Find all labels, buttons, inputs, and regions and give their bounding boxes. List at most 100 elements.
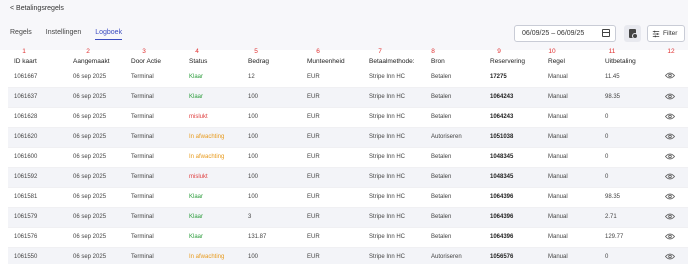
- table-row[interactable]: 1061667 06 sep 2025 Terminal Klaar 12 EUR Stri…: [8, 67, 688, 88]
- table-row[interactable]: 1061637 06 sep 2025 Terminal Klaar 100 EUR Str…: [8, 87, 688, 108]
- cell-status: mislukt: [183, 107, 242, 128]
- cell-status: Klaar: [183, 227, 242, 248]
- column-marker: 7: [378, 48, 382, 55]
- cell-actor: Terminal: [125, 107, 183, 128]
- tab-regels[interactable]: Regels: [10, 29, 32, 40]
- view-eye-icon[interactable]: [664, 233, 676, 240]
- export-document-icon: [629, 29, 638, 39]
- filter-sliders-icon: [652, 30, 660, 37]
- cell-actions: [659, 67, 688, 88]
- cell-rule: Manual: [542, 187, 599, 208]
- top-bar: < Betalingsregels Regels Instellingen Lo…: [0, 0, 688, 50]
- cell-rule: Manual: [542, 127, 599, 148]
- cell-created: 06 sep 2025: [67, 167, 125, 188]
- cell-source: Betalen: [425, 107, 484, 128]
- cell-method: Stripe Inn HC: [363, 207, 425, 228]
- cell-method: Stripe Inn HC: [363, 167, 425, 188]
- cell-actor: Terminal: [125, 87, 183, 108]
- col-header-status[interactable]: Status: [183, 55, 242, 67]
- col-header-payout[interactable]: Uitbetaling: [599, 55, 659, 67]
- col-header-reservation[interactable]: Reservering: [484, 55, 542, 67]
- view-eye-icon[interactable]: [664, 113, 676, 120]
- filter-button[interactable]: Filter: [647, 25, 685, 42]
- cell-rule: Manual: [542, 147, 599, 168]
- table-row[interactable]: 1061581 06 sep 2025 Terminal Klaar 100 EUR Str…: [8, 187, 688, 208]
- cell-currency: EUR: [301, 87, 363, 108]
- cell-method: Stripe Inn HC: [363, 227, 425, 248]
- cell-payout: 98.35: [599, 187, 659, 208]
- cell-amount: 100: [242, 187, 301, 208]
- col-header-currency[interactable]: Munteenheid: [301, 55, 363, 67]
- col-header-source[interactable]: Bron: [425, 55, 484, 67]
- table-row[interactable]: 1061620 06 sep 2025 Terminal In afwachting 1…: [8, 127, 688, 148]
- cell-amount: 100: [242, 247, 301, 264]
- cell-reservation: 1048345: [484, 147, 542, 168]
- table-row[interactable]: 1061576 06 sep 2025 Terminal Klaar 131.87 EUR…: [8, 227, 688, 248]
- date-range-value: 06/09/25 – 06/09/25: [522, 30, 585, 37]
- date-range-picker[interactable]: 06/09/25 – 06/09/25: [514, 25, 616, 42]
- table-row[interactable]: 1061550 06 sep 2025 Terminal In afwachting 1…: [8, 247, 688, 264]
- cell-payout: 0: [599, 107, 659, 128]
- col-header-actor[interactable]: Door Actie: [125, 55, 183, 67]
- column-marker: 4: [195, 48, 199, 55]
- table-row[interactable]: 1061600 06 sep 2025 Terminal In afwachting 1…: [8, 147, 688, 168]
- view-eye-icon[interactable]: [664, 173, 676, 180]
- back-link[interactable]: < Betalingsregels: [10, 5, 64, 12]
- cell-status: In afwachting: [183, 247, 242, 264]
- view-eye-icon[interactable]: [664, 153, 676, 160]
- view-eye-icon[interactable]: [664, 93, 676, 100]
- cell-status: Klaar: [183, 67, 242, 88]
- column-marker: 11: [608, 48, 616, 55]
- cell-currency: EUR: [301, 147, 363, 168]
- col-header-method[interactable]: Betaalmethode:: [363, 55, 425, 67]
- col-header-rule[interactable]: Regel: [542, 55, 599, 67]
- cell-actor: Terminal: [125, 127, 183, 148]
- cell-id: 1061581: [8, 187, 67, 208]
- cell-rule: Manual: [542, 167, 599, 188]
- cell-actions: [659, 227, 688, 248]
- tab-instellingen[interactable]: Instellingen: [46, 29, 81, 40]
- col-header-id[interactable]: ID kaart: [8, 55, 67, 67]
- cell-reservation: 1064396: [484, 187, 542, 208]
- cell-status: In afwachting: [183, 127, 242, 148]
- cell-actor: Terminal: [125, 147, 183, 168]
- column-marker: 2: [86, 48, 90, 55]
- table-row[interactable]: 1061592 06 sep 2025 Terminal mislukt 100 EUR S…: [8, 167, 688, 188]
- cell-source: Betalen: [425, 187, 484, 208]
- col-header-amount[interactable]: Bedrag: [242, 55, 301, 67]
- cell-source: Betalen: [425, 227, 484, 248]
- cell-currency: EUR: [301, 207, 363, 228]
- cell-status: Klaar: [183, 207, 242, 228]
- cell-source: Betalen: [425, 207, 484, 228]
- cell-currency: EUR: [301, 187, 363, 208]
- cell-payout: 98.35: [599, 87, 659, 108]
- calendar-icon: [602, 29, 610, 37]
- cell-created: 06 sep 2025: [67, 247, 125, 264]
- col-header-created[interactable]: Aangemaakt: [67, 55, 125, 67]
- cell-source: Autoriseren: [425, 127, 484, 148]
- cell-reservation: 1064396: [484, 227, 542, 248]
- cell-amount: 3: [242, 207, 301, 228]
- export-button[interactable]: [624, 25, 641, 42]
- cell-currency: EUR: [301, 247, 363, 264]
- cell-reservation: 1056576: [484, 247, 542, 264]
- cell-source: Betalen: [425, 67, 484, 88]
- cell-reservation: 1064396: [484, 207, 542, 228]
- tab-logboek[interactable]: Logboek: [95, 29, 123, 40]
- cell-actor: Terminal: [125, 227, 183, 248]
- cell-method: Stripe Inn HC: [363, 187, 425, 208]
- cell-payout: 129.77: [599, 227, 659, 248]
- cell-id: 1061637: [8, 87, 67, 108]
- cell-status: Klaar: [183, 87, 242, 108]
- cell-payout: 0: [599, 127, 659, 148]
- view-eye-icon[interactable]: [664, 133, 676, 140]
- table-row[interactable]: 1061579 06 sep 2025 Terminal Klaar 3 EUR Strip…: [8, 207, 688, 228]
- view-eye-icon[interactable]: [664, 72, 676, 79]
- cell-amount: 100: [242, 87, 301, 108]
- view-eye-icon[interactable]: [664, 253, 676, 260]
- cell-currency: EUR: [301, 167, 363, 188]
- view-eye-icon[interactable]: [664, 193, 676, 200]
- cell-reservation: 1064243: [484, 87, 542, 108]
- view-eye-icon[interactable]: [664, 213, 676, 220]
- table-row[interactable]: 1061628 06 sep 2025 Terminal mislukt 100 EUR S…: [8, 107, 688, 128]
